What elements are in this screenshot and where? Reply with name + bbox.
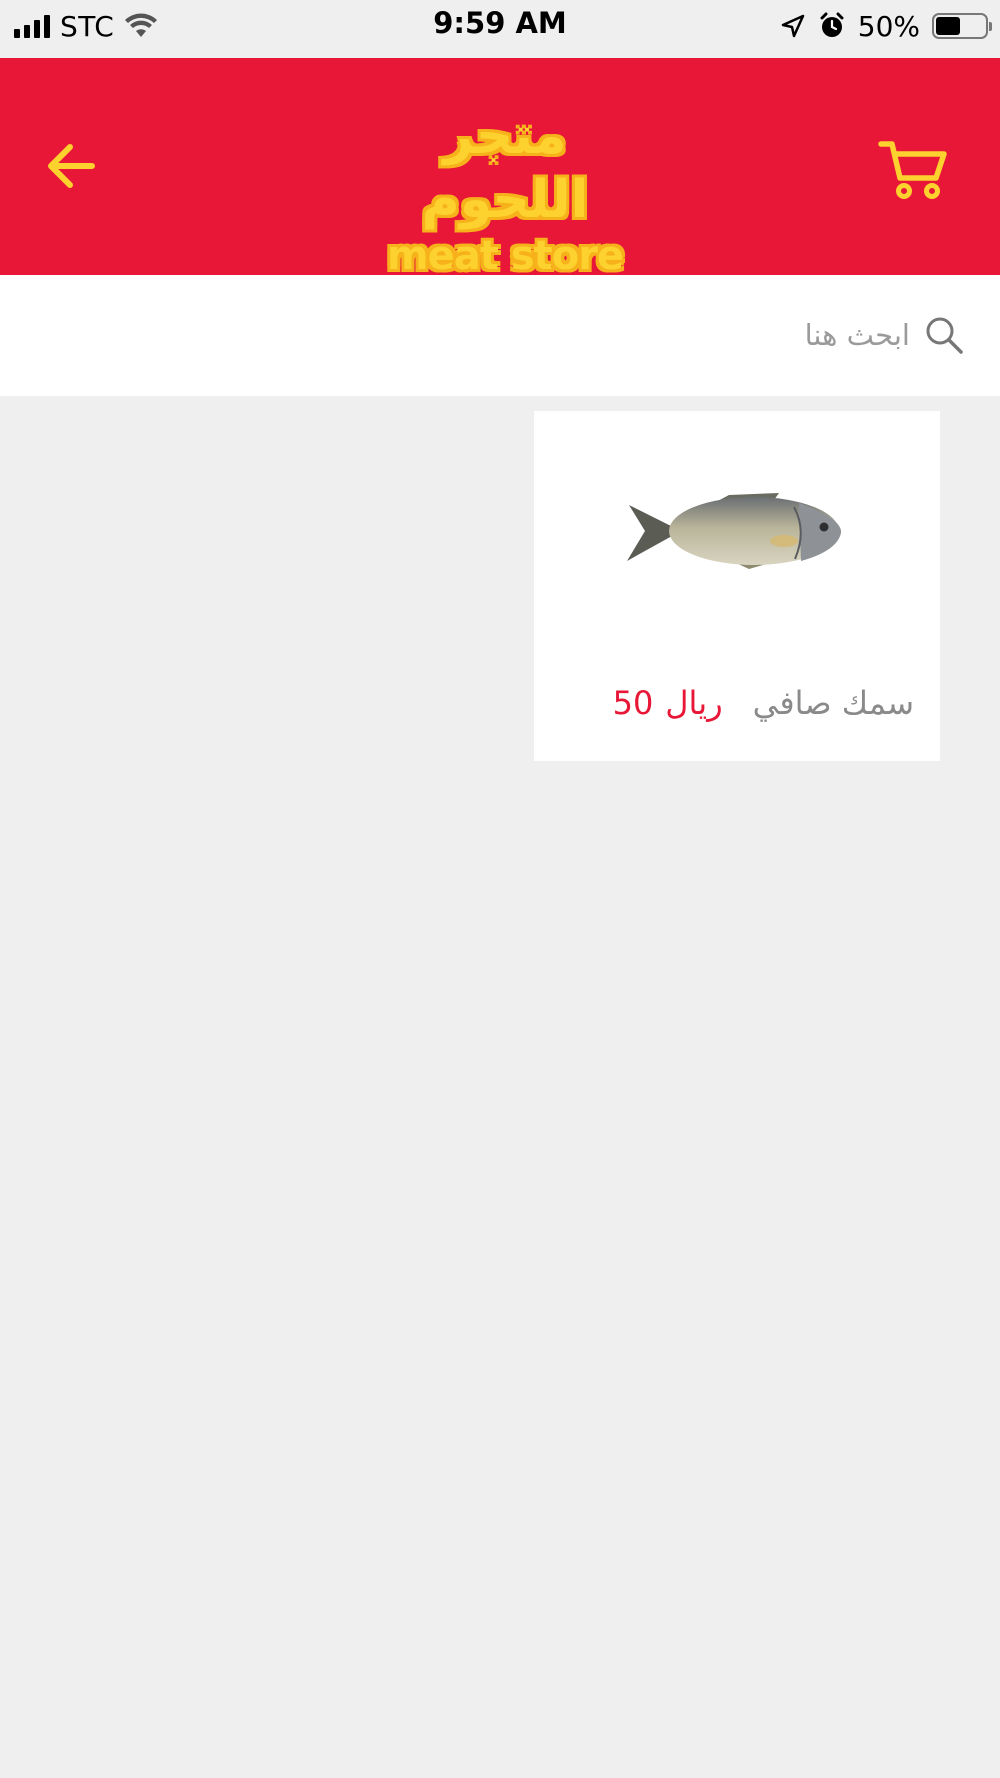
status-bar: STC 9:59 AM 50%	[0, 0, 1000, 58]
fish-image	[627, 493, 842, 569]
cart-button[interactable]	[878, 138, 950, 202]
status-bar-right: 50%	[780, 8, 992, 44]
location-icon	[781, 14, 805, 38]
logo-arabic: متجر اللحوم	[421, 106, 589, 230]
search-bar	[0, 275, 1000, 396]
logo: متجر اللحوم meat store	[380, 104, 630, 279]
logo-english: meat store	[386, 233, 624, 279]
cart-icon	[878, 141, 947, 199]
back-button[interactable]	[40, 138, 102, 194]
app-header: متجر اللحوم meat store	[0, 58, 1000, 279]
search-input[interactable]	[50, 305, 910, 365]
product-card[interactable]: سمك صافي ريال 50	[534, 411, 940, 761]
arrow-left-icon	[48, 144, 95, 188]
battery-icon	[932, 13, 992, 39]
product-name: سمك صافي	[752, 684, 914, 722]
product-info: سمك صافي ريال 50	[534, 673, 940, 733]
alarm-icon	[820, 12, 844, 37]
battery-fill	[936, 17, 960, 35]
price-currency: ريال	[665, 684, 723, 722]
search-icon[interactable]	[924, 315, 964, 355]
battery-percent: 50%	[857, 9, 920, 43]
product-price: ريال 50	[613, 684, 723, 722]
price-value: 50	[612, 684, 654, 722]
